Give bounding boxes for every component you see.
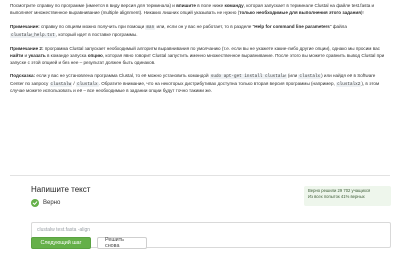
task-text: Посмотрите справку по программе (имеется… [10, 3, 177, 8]
inline-code: clustalw_help.txt [10, 32, 56, 38]
note-text: справку по опциям можно получить при пом… [39, 24, 146, 30]
note2-emphasis: найти [10, 52, 24, 58]
note-text: или, если он у вас не работает, то в раз… [155, 24, 255, 30]
hint-text: . Обратите внимание, что на некоторых ди… [98, 80, 337, 86]
note2-paragraph: Примечание 2: программа Clustal запускае… [10, 46, 390, 66]
inline-code: clustalw [49, 81, 73, 87]
solve-stats-badge: Верно решили 29 702 учащихся Из всех поп… [304, 186, 391, 206]
task-text: в поле ниже [196, 3, 225, 8]
answer-section-title: Напишите текст [31, 185, 91, 194]
note-text: " файла [329, 24, 347, 30]
inline-code: clustalx2 [336, 81, 362, 87]
hint-label: Подсказка: [10, 73, 36, 79]
note-label: Примечание: [10, 24, 40, 30]
note-emphasis: Help for command line parameters [254, 24, 330, 30]
answer-status: Верно [31, 199, 60, 207]
status-text: Верно [43, 200, 61, 206]
inline-code: clustalx [76, 81, 99, 87]
hint-paragraph: Подсказка: если у вас не установлена про… [10, 73, 390, 95]
section-divider [10, 175, 390, 176]
stats-attempts: Из всех попыток 41% верных [308, 194, 365, 199]
action-buttons: Следующий шаг Решить снова [31, 237, 147, 249]
next-step-button[interactable]: Следующий шаг [31, 237, 91, 249]
solve-again-button[interactable]: Решить снова [97, 237, 147, 249]
inline-code: clustalx [298, 74, 322, 80]
note-text: , который идет в поставке программы. [55, 31, 138, 37]
task-emphasis: впишите [176, 3, 196, 8]
inline-code: sudo apt-get install clustalw [209, 74, 287, 80]
note2-emphasis: указать [28, 52, 46, 58]
inline-code: man [145, 25, 156, 31]
note2-emphasis: опцию [87, 52, 103, 58]
note-paragraph: Примечание: справку по опциям можно полу… [10, 24, 390, 39]
lesson-text: Посмотрите справку по программе (имеется… [0, 0, 400, 95]
task-emphasis: команду [224, 3, 244, 8]
task-emphasis: только необходимые для выполнения этого … [239, 9, 361, 15]
check-icon [31, 199, 39, 207]
hint-text: (или [286, 73, 299, 79]
answer-input-value: clustalw test.fasta -align [37, 227, 91, 233]
note2-text: программа Clustal запускает необходимый … [43, 46, 380, 52]
task-paragraph: Посмотрите справку по программе (имеется… [10, 3, 390, 16]
note2-text: в команде запуска [45, 52, 88, 58]
task-text: )! [360, 9, 364, 15]
note2-label: Примечание 2: [10, 46, 44, 52]
hint-text: если у вас не установлена программа Clus… [35, 73, 210, 79]
